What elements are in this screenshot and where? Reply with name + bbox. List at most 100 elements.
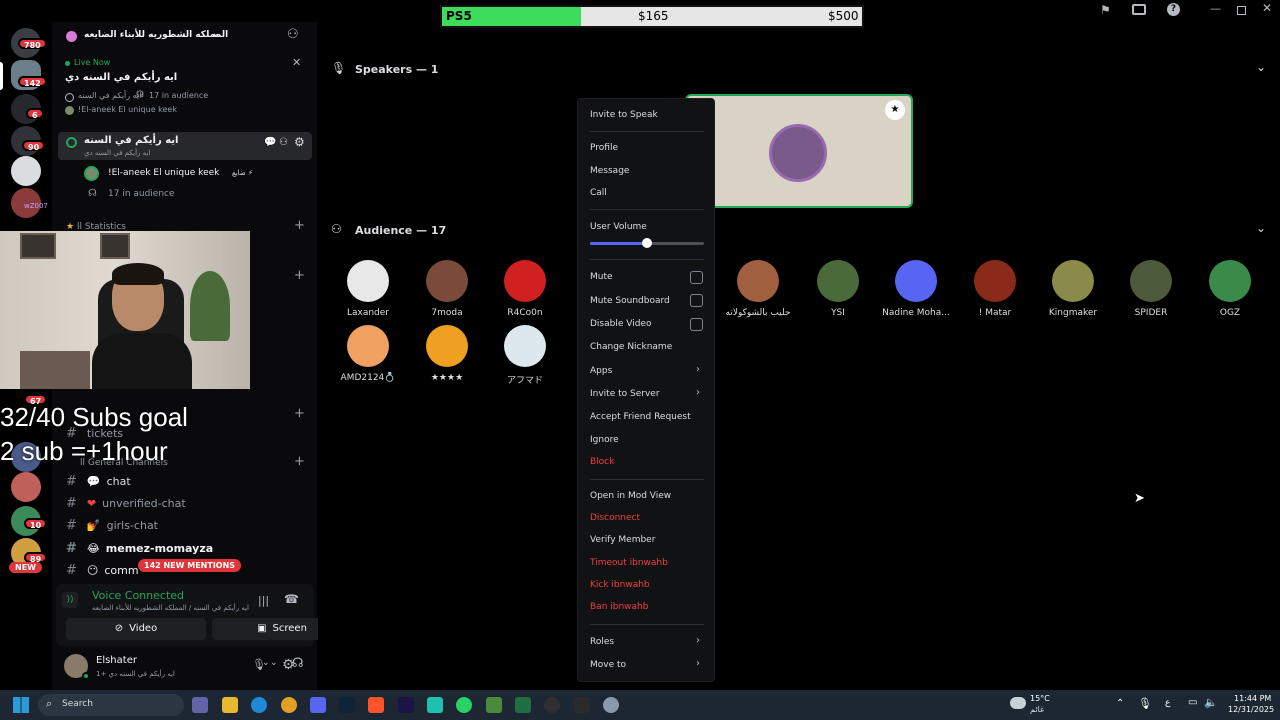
- chevron-up-icon[interactable]: ⌃: [1116, 698, 1124, 709]
- channel-memez-momayza[interactable]: # 😂 memez-momayza: [66, 541, 213, 556]
- video-button[interactable]: ⊘ Video: [66, 618, 206, 640]
- mute-soundboard-checkbox[interactable]: [690, 294, 703, 307]
- taskbar-search[interactable]: ⌕ Search: [38, 694, 184, 716]
- settings-icon[interactable]: [603, 697, 619, 713]
- user-settings-gear-icon[interactable]: ⚙: [282, 657, 295, 673]
- verify-member-item[interactable]: Verify Member: [590, 535, 655, 545]
- network-icon[interactable]: ▭: [1188, 697, 1197, 708]
- disconnect-icon[interactable]: ☎: [284, 592, 299, 606]
- excel-icon[interactable]: [515, 697, 531, 713]
- inbox-icon[interactable]: [1132, 4, 1146, 15]
- ban-item[interactable]: Ban ibnwahb: [590, 602, 648, 612]
- audience-member[interactable]: ! Matar: [955, 260, 1035, 318]
- channel-unverified-chat[interactable]: # ❤ unverified-chat: [66, 496, 186, 511]
- chevron-down-icon[interactable]: ⌄: [1256, 60, 1266, 74]
- stage-speaker-row[interactable]: !El-aneek El unique keek ضايع ⚡: [84, 165, 304, 183]
- invite-to-server-item[interactable]: Invite to Server: [590, 389, 660, 399]
- add-member-icon[interactable]: ⚇: [287, 27, 299, 42]
- gear-icon[interactable]: ⚙: [294, 135, 305, 149]
- server-icon[interactable]: [11, 156, 41, 186]
- profile-item[interactable]: Profile: [590, 143, 618, 153]
- disconnect-item[interactable]: Disconnect: [590, 513, 640, 523]
- maximize-icon[interactable]: [1237, 6, 1246, 15]
- channel-girls-chat[interactable]: # 💅 girls-chat: [66, 518, 158, 533]
- guild-header[interactable]: المملكه الشطوريه للأبناء الضايعه ⌄ ⚇: [52, 22, 317, 52]
- chevron-down-icon[interactable]: ⌄: [270, 658, 278, 668]
- user-volume-slider[interactable]: [590, 238, 704, 248]
- channel-comm[interactable]: # 😶 comm: [66, 563, 139, 578]
- live-now-card[interactable]: Live Now ✕ ايه رأيكم في السنه دي ايه رأي…: [60, 56, 310, 122]
- flag-icon[interactable]: ⚑: [1100, 3, 1111, 17]
- photoshop-icon[interactable]: [339, 697, 355, 713]
- audience-member[interactable]: Nadine Moha...: [876, 260, 956, 318]
- call-item[interactable]: Call: [590, 188, 607, 198]
- ignore-item[interactable]: Ignore: [590, 435, 619, 445]
- voice-status[interactable]: Voice Connected: [92, 589, 184, 602]
- user-name[interactable]: Elshater: [96, 655, 137, 666]
- brave-icon[interactable]: [368, 697, 384, 713]
- new-mentions-pill[interactable]: 142 NEW MENTIONS: [138, 559, 242, 572]
- channel-chat[interactable]: # 💬 chat: [66, 474, 131, 489]
- audience-member[interactable]: Laxander: [328, 260, 408, 318]
- windows-start-icon[interactable]: [13, 697, 29, 713]
- change-nickname-item[interactable]: Change Nickname: [590, 342, 672, 352]
- mute-checkbox[interactable]: [690, 271, 703, 284]
- audience-member[interactable]: SPIDER: [1111, 260, 1191, 318]
- kick-item[interactable]: Kick ibnwahb: [590, 580, 650, 590]
- roles-item[interactable]: Roles: [590, 637, 614, 647]
- stage-channel-item[interactable]: ايه رأيكم في السنه ايه رأيكم في السنه دي…: [58, 132, 312, 160]
- chevron-down-icon[interactable]: ⌄: [1256, 221, 1266, 235]
- disable-video-item[interactable]: Disable Video: [590, 319, 651, 329]
- invite-to-speak-item[interactable]: Invite to Speak: [590, 110, 658, 120]
- weather-temp[interactable]: 15°C: [1030, 694, 1050, 703]
- minecraft-icon[interactable]: [486, 697, 502, 713]
- volume-handle[interactable]: [642, 238, 652, 248]
- speaker-tile[interactable]: ★: [685, 94, 913, 208]
- invite-icon[interactable]: ⚇: [279, 137, 288, 148]
- audience-member[interactable]: 7moda: [407, 260, 487, 318]
- add-channel-icon[interactable]: +: [294, 218, 305, 233]
- audience-member[interactable]: YSI: [798, 260, 878, 318]
- block-item[interactable]: Block: [590, 457, 614, 467]
- premiere-icon[interactable]: [398, 697, 414, 713]
- accept-friend-request-item[interactable]: Accept Friend Request: [590, 412, 691, 422]
- audience-member[interactable]: Kingmaker: [1033, 260, 1113, 318]
- mic-tray-icon[interactable]: 🎙: [1138, 697, 1152, 710]
- minimize-icon[interactable]: —: [1210, 2, 1221, 15]
- capcut-icon[interactable]: [427, 697, 443, 713]
- message-item[interactable]: Message: [590, 166, 629, 176]
- add-channel-icon[interactable]: +: [294, 454, 305, 469]
- disable-video-checkbox[interactable]: [690, 318, 703, 331]
- audience-member[interactable]: OGZ: [1190, 260, 1270, 318]
- file-explorer-icon[interactable]: [222, 697, 238, 713]
- open-in-mod-view-item[interactable]: Open in Mod View: [590, 491, 671, 501]
- apps-item[interactable]: Apps: [590, 366, 612, 376]
- add-channel-icon[interactable]: +: [294, 268, 305, 283]
- audience-member[interactable]: AMD2124💍: [328, 325, 408, 383]
- timeout-item[interactable]: Timeout ibnwahb: [590, 558, 668, 568]
- help-icon[interactable]: ?: [1167, 3, 1180, 16]
- whatsapp-icon[interactable]: [456, 697, 472, 713]
- epic-games-icon[interactable]: [574, 697, 590, 713]
- soundboard-icon[interactable]: |||: [258, 594, 269, 607]
- audience-member[interactable]: حليب بالشوكولاته: [718, 260, 798, 318]
- chevron-down-icon[interactable]: ⌄: [262, 658, 270, 668]
- server-icon[interactable]: [11, 472, 41, 502]
- audience-member[interactable]: R4Co0n: [485, 260, 565, 318]
- close-window-icon[interactable]: ✕: [1262, 1, 1272, 15]
- language-indicator[interactable]: ع: [1165, 698, 1170, 708]
- clock-time[interactable]: 11:44 PM: [1234, 694, 1271, 703]
- obs-icon[interactable]: [544, 697, 560, 713]
- close-icon[interactable]: ✕: [292, 56, 301, 69]
- mute-soundboard-item[interactable]: Mute Soundboard: [590, 296, 670, 306]
- discord-taskbar-icon[interactable]: [310, 697, 326, 713]
- volume-icon[interactable]: 🔈: [1204, 696, 1218, 709]
- chrome-icon[interactable]: [281, 697, 297, 713]
- clock-date[interactable]: 12/31/2025: [1228, 705, 1274, 714]
- edge-icon[interactable]: [251, 697, 267, 713]
- audience-member[interactable]: ★★★★: [407, 325, 487, 383]
- move-to-item[interactable]: Move to: [590, 660, 626, 670]
- voice-location[interactable]: ايه رأيكم في السنه / المملكه الشطوريه لل…: [92, 604, 249, 612]
- chat-icon[interactable]: 💬: [264, 137, 276, 148]
- add-channel-icon[interactable]: +: [294, 406, 305, 421]
